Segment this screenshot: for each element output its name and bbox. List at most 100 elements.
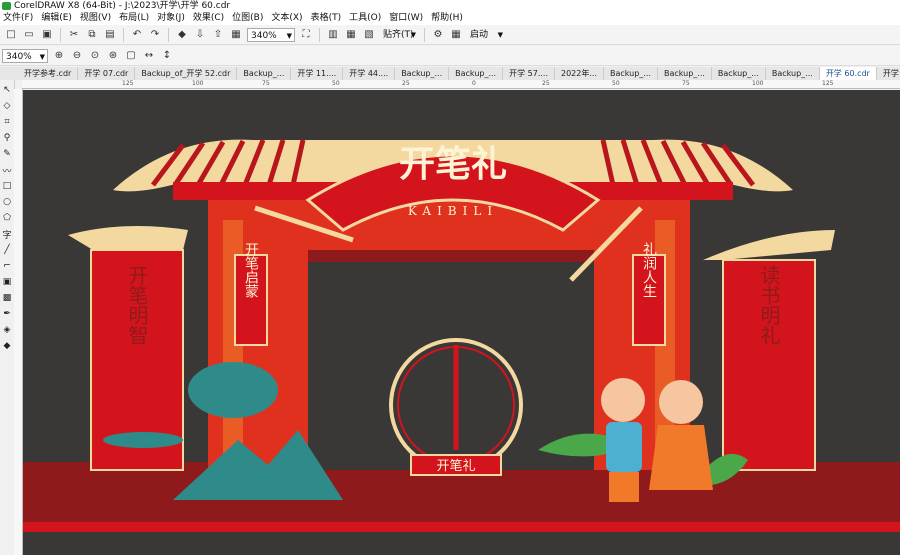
open-folder-icon[interactable]: ▭ <box>22 28 36 42</box>
artistic-media-tool-icon[interactable]: 〰 <box>1 164 13 177</box>
menu-help[interactable]: 帮助(H) <box>430 12 470 25</box>
standard-toolbar: □ ▭ ▣ ✂ ⧉ ▤ ↶ ↷ ◆ ⇩ ⇧ ▦ 340% ▼ ⛶ ▥ ▦ ▧ 贴齐… <box>0 25 900 45</box>
property-bar: 340% ▼ ⊕ ⊖ ⊙ ⊛ ▢ ↔ ↕ <box>0 46 900 66</box>
crop-tool-icon[interactable]: ⌗ <box>1 116 13 128</box>
drawing-canvas[interactable]: 开笔礼 KAIBILI 开笔启蒙 礼润人生 开笔明智 读书明礼 开笔礼 <box>23 90 900 555</box>
right-pillar-cap <box>703 230 835 260</box>
show-guidelines-icon[interactable]: ▧ <box>362 28 376 42</box>
tab-document[interactable]: Backup_... <box>237 67 292 80</box>
publish-pdf-icon[interactable]: ▦ <box>229 28 243 42</box>
menu-bitmaps[interactable]: 位图(B) <box>231 12 270 25</box>
main-title: 开笔礼 <box>399 143 507 185</box>
smart-fill-tool-icon[interactable]: ◆ <box>1 340 13 352</box>
export-icon[interactable]: ⇧ <box>211 28 225 42</box>
zoom-levels-value: 340% <box>6 51 32 62</box>
parallel-dimension-tool-icon[interactable]: ╱ <box>1 244 13 256</box>
application-launcher-icon[interactable]: ▦ <box>449 28 463 42</box>
girl-dress <box>649 425 713 490</box>
menu-effects[interactable]: 效果(C) <box>192 12 231 25</box>
tab-document[interactable]: Backup_... <box>395 67 450 80</box>
tab-document[interactable]: Backup_... <box>658 67 712 80</box>
menu-layout[interactable]: 布局(L) <box>118 12 156 25</box>
polygon-tool-icon[interactable]: ⬠ <box>1 212 13 224</box>
zoom-tool-icon[interactable]: ⚲ <box>1 132 13 144</box>
zoom-selected-icon[interactable]: ⊙ <box>88 49 102 63</box>
zoom-in-icon[interactable]: ⊕ <box>52 49 66 63</box>
tab-document[interactable]: 开学 57.... <box>503 67 555 80</box>
show-rulers-icon[interactable]: ▥ <box>326 28 340 42</box>
separator <box>168 27 169 42</box>
tab-document[interactable]: Backup_... <box>712 67 766 80</box>
redo-icon[interactable]: ↷ <box>148 28 162 42</box>
ruler-label: 50 <box>612 80 620 87</box>
vertical-ruler[interactable] <box>14 89 23 555</box>
ruler-label: 75 <box>262 80 270 87</box>
menu-object[interactable]: 对象(J) <box>156 12 192 25</box>
full-screen-icon[interactable]: ⛶ <box>299 28 313 42</box>
menu-edit[interactable]: 编辑(E) <box>40 12 79 25</box>
zoom-page-icon[interactable]: ▢ <box>124 49 138 63</box>
launch-dropdown[interactable]: 启动 ▼ <box>467 28 505 42</box>
separator <box>123 27 124 42</box>
toolbox: ↖ ◇ ⌗ ⚲ ✎ 〰 □ ○ ⬠ 字 ╱ ⌐ ▣ ▩ ✒ ◈ ◆ <box>0 80 15 555</box>
ruler-label: 25 <box>402 80 410 87</box>
options-gear-icon[interactable]: ⚙ <box>431 28 445 42</box>
launch-label: 启动 <box>470 29 489 40</box>
chevron-down-icon: ▼ <box>410 30 416 39</box>
boy-body <box>606 422 642 472</box>
menu-view[interactable]: 视图(V) <box>79 12 118 25</box>
tab-document[interactable]: 开学 11.... <box>291 67 344 80</box>
ellipse-tool-icon[interactable]: ○ <box>1 196 13 208</box>
menu-text[interactable]: 文本(X) <box>270 12 309 25</box>
show-grid-icon[interactable]: ▦ <box>344 28 358 42</box>
zoom-level-combo[interactable]: 340% ▼ <box>247 27 295 42</box>
rectangle-tool-icon[interactable]: □ <box>1 180 13 192</box>
color-eyedropper-tool-icon[interactable]: ✒ <box>1 308 13 320</box>
transparency-tool-icon[interactable]: ▩ <box>1 292 13 304</box>
tab-document[interactable]: 2022年... <box>555 67 604 80</box>
search-content-icon[interactable]: ◆ <box>175 28 189 42</box>
horizontal-ruler[interactable]: 125 100 75 50 25 0 25 50 75 100 125 <box>22 80 900 89</box>
zoom-level-value: 340% <box>251 30 277 41</box>
tab-document[interactable]: Backup_of_开学 52.cdr <box>135 67 238 80</box>
drop-shadow-tool-icon[interactable]: ▣ <box>1 276 13 288</box>
paste-icon[interactable]: ▤ <box>103 28 117 42</box>
tab-document[interactable]: Backup_... <box>449 67 504 80</box>
snap-to-label: 贴齐(T) <box>383 29 414 40</box>
undo-icon[interactable]: ↶ <box>130 28 144 42</box>
menu-file[interactable]: 文件(F) <box>2 12 40 25</box>
tab-document[interactable]: Backup_... <box>766 67 820 80</box>
freehand-tool-icon[interactable]: ✎ <box>1 148 13 160</box>
text-tool-icon[interactable]: 字 <box>1 228 13 241</box>
left-pillar-text: 开笔明智 <box>125 265 149 345</box>
artwork-svg: 开笔礼 KAIBILI 开笔启蒙 礼润人生 开笔明智 读书明礼 开笔礼 <box>23 139 900 532</box>
new-document-icon[interactable]: □ <box>4 28 18 42</box>
pick-tool-icon[interactable]: ↖ <box>1 84 13 96</box>
ruler-label: 100 <box>752 80 764 87</box>
stage-edge <box>23 522 900 532</box>
zoom-out-icon[interactable]: ⊖ <box>70 49 84 63</box>
tab-document[interactable]: 开学 51.... <box>877 67 900 80</box>
zoom-all-objects-icon[interactable]: ⊛ <box>106 49 120 63</box>
menu-window[interactable]: 窗口(W) <box>388 12 430 25</box>
interactive-fill-tool-icon[interactable]: ◈ <box>1 324 13 336</box>
zoom-width-icon[interactable]: ↔ <box>142 49 156 63</box>
connector-tool-icon[interactable]: ⌐ <box>1 260 13 272</box>
copy-icon[interactable]: ⧉ <box>85 28 99 42</box>
menu-table[interactable]: 表格(T) <box>310 12 349 25</box>
import-icon[interactable]: ⇩ <box>193 28 207 42</box>
tab-document[interactable]: Backup_... <box>604 67 658 80</box>
tab-document-active[interactable]: 开学 60.cdr <box>819 67 877 80</box>
menu-tools[interactable]: 工具(O) <box>348 12 388 25</box>
cut-icon[interactable]: ✂ <box>67 28 81 42</box>
zoom-height-icon[interactable]: ↕ <box>160 49 174 63</box>
zoom-levels-combo[interactable]: 340% ▼ <box>2 48 48 63</box>
snap-to-dropdown[interactable]: 贴齐(T) ▼ <box>380 28 418 42</box>
tab-document[interactable]: 开学 07.cdr <box>78 67 136 80</box>
tab-document[interactable]: 开学参考.cdr <box>18 67 79 80</box>
save-icon[interactable]: ▣ <box>40 28 54 42</box>
chevron-down-icon: ▼ <box>39 52 45 61</box>
pine-branch-decoration <box>103 432 183 448</box>
tab-document[interactable]: 开学 44.... <box>343 67 396 80</box>
shape-tool-icon[interactable]: ◇ <box>1 100 13 112</box>
